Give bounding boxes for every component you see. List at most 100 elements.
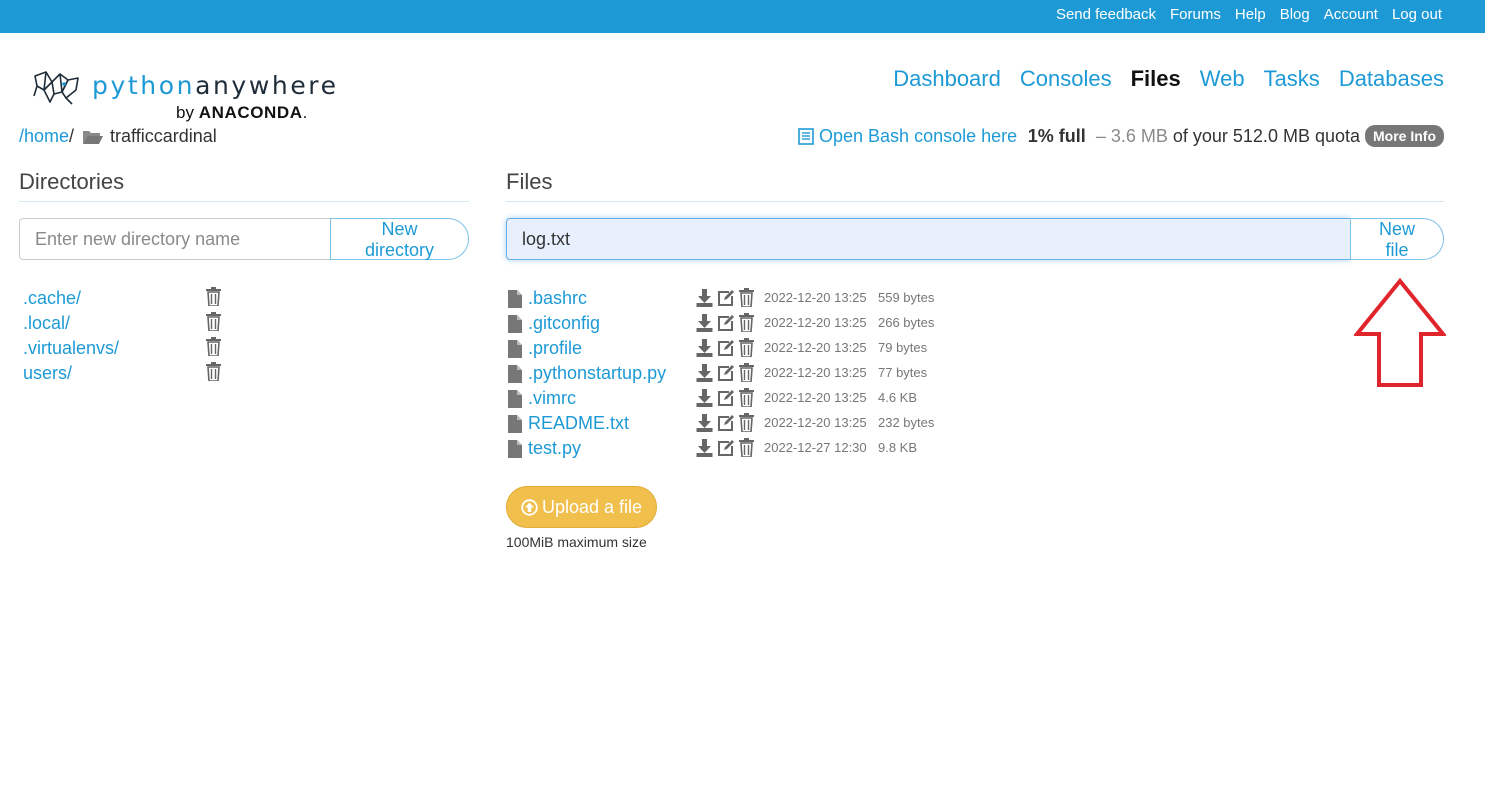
edit-icon[interactable] bbox=[717, 363, 734, 382]
trash-icon[interactable] bbox=[738, 363, 755, 382]
list-item: .cache/ bbox=[23, 286, 233, 311]
download-icon[interactable] bbox=[696, 313, 713, 332]
directory-link[interactable]: .virtualenvs/ bbox=[23, 338, 119, 359]
nav-files[interactable]: Files bbox=[1131, 66, 1181, 92]
trash-icon[interactable] bbox=[738, 438, 755, 457]
quota-percent: 1% full bbox=[1027, 125, 1086, 146]
list-item: .virtualenvs/ bbox=[23, 336, 233, 361]
breadcrumb-home[interactable]: /home bbox=[19, 126, 69, 147]
blog-link[interactable]: Blog bbox=[1280, 6, 1310, 23]
logo[interactable]: pythonanywhere by ANACONDA. bbox=[30, 66, 336, 126]
quota-dash: – bbox=[1095, 125, 1106, 146]
new-directory-input[interactable] bbox=[19, 218, 330, 260]
file-modified-date: 2022-12-27 12:30 bbox=[764, 440, 867, 455]
new-file-form: New file bbox=[506, 218, 1444, 260]
file-link[interactable]: README.txt bbox=[528, 413, 629, 434]
upload-file-button[interactable]: Upload a file bbox=[506, 486, 657, 528]
file-size: 4.6 KB bbox=[878, 390, 918, 405]
file-icon bbox=[508, 389, 522, 408]
open-bash-console-link[interactable]: Open Bash console here bbox=[798, 126, 1017, 147]
account-link[interactable]: Account bbox=[1324, 6, 1378, 23]
more-info-button[interactable]: More Info bbox=[1365, 125, 1444, 147]
edit-icon[interactable] bbox=[717, 288, 734, 307]
download-icon[interactable] bbox=[696, 413, 713, 432]
directories-heading: Directories bbox=[19, 169, 469, 202]
file-link[interactable]: test.py bbox=[528, 438, 581, 459]
breadcrumb: /home / trafficcardinal bbox=[19, 126, 217, 147]
trash-icon[interactable] bbox=[205, 312, 222, 331]
list-item: .pythonstartup.py 2022-12-20 13:25 77 byte… bbox=[506, 361, 946, 386]
file-link[interactable]: .profile bbox=[528, 338, 582, 359]
file-link[interactable]: .vimrc bbox=[528, 388, 576, 409]
logo-by-text: by bbox=[176, 103, 194, 122]
trash-icon[interactable] bbox=[738, 413, 755, 432]
quota-used-wrap: – 3.6 MB bbox=[1091, 126, 1168, 147]
download-icon[interactable] bbox=[696, 363, 713, 382]
file-icon bbox=[508, 339, 522, 358]
files-heading: Files bbox=[506, 169, 1444, 202]
list-item: .local/ bbox=[23, 311, 233, 336]
file-size: 79 bytes bbox=[878, 340, 928, 355]
upload-max-size-note: 100MiB maximum size bbox=[506, 534, 647, 550]
nav-databases[interactable]: Databases bbox=[1339, 66, 1444, 92]
quota-used: 3.6 MB bbox=[1110, 125, 1168, 146]
download-icon[interactable] bbox=[696, 438, 713, 457]
main-nav: Dashboard Consoles Files Web Tasks Datab… bbox=[874, 66, 1444, 92]
folder-open-icon bbox=[83, 130, 104, 144]
edit-icon[interactable] bbox=[717, 438, 734, 457]
nav-dashboard[interactable]: Dashboard bbox=[893, 66, 1001, 92]
new-file-input[interactable] bbox=[506, 218, 1350, 260]
file-icon bbox=[508, 364, 522, 383]
list-item: .gitconfig 2022-12-20 13:25 266 bytes bbox=[506, 311, 946, 336]
download-icon[interactable] bbox=[696, 288, 713, 307]
logo-word-python: python bbox=[92, 71, 196, 100]
file-icon bbox=[508, 289, 522, 308]
file-link[interactable]: .pythonstartup.py bbox=[528, 363, 666, 384]
breadcrumb-separator: / bbox=[69, 126, 75, 146]
file-link[interactable]: .gitconfig bbox=[528, 313, 600, 334]
file-size: 9.8 KB bbox=[878, 440, 918, 455]
list-item: test.py 2022-12-27 12:30 9.8 KB bbox=[506, 436, 946, 461]
file-size: 77 bytes bbox=[878, 365, 928, 380]
trash-icon[interactable] bbox=[205, 337, 222, 356]
new-file-button[interactable]: New file bbox=[1350, 218, 1444, 260]
forums-link[interactable]: Forums bbox=[1170, 6, 1221, 23]
nav-tasks[interactable]: Tasks bbox=[1264, 66, 1320, 92]
upload-circle-icon bbox=[521, 498, 538, 516]
edit-icon[interactable] bbox=[717, 313, 734, 332]
file-link[interactable]: .bashrc bbox=[528, 288, 587, 309]
file-modified-date: 2022-12-20 13:25 bbox=[764, 415, 867, 430]
download-icon[interactable] bbox=[696, 338, 713, 357]
logout-link[interactable]: Log out bbox=[1392, 6, 1442, 23]
edit-icon[interactable] bbox=[717, 388, 734, 407]
file-modified-date: 2022-12-20 13:25 bbox=[764, 340, 867, 355]
trash-icon[interactable] bbox=[738, 338, 755, 357]
quota-total-text: of your 512.0 MB quota bbox=[1172, 125, 1360, 146]
file-actions bbox=[696, 388, 755, 407]
download-icon[interactable] bbox=[696, 388, 713, 407]
file-icon bbox=[508, 439, 522, 458]
file-modified-date: 2022-12-20 13:25 bbox=[764, 390, 867, 405]
arrow-up-annotation-icon bbox=[1354, 278, 1446, 387]
edit-icon[interactable] bbox=[717, 413, 734, 432]
directory-link[interactable]: .local/ bbox=[23, 313, 70, 334]
nav-web[interactable]: Web bbox=[1200, 66, 1245, 92]
file-actions bbox=[696, 363, 755, 382]
directory-link[interactable]: .cache/ bbox=[23, 288, 81, 309]
file-modified-date: 2022-12-20 13:25 bbox=[764, 290, 867, 305]
directory-list: .cache/ .local/ .virtualenvs/ users/ bbox=[23, 286, 233, 386]
directory-link[interactable]: users/ bbox=[23, 363, 72, 384]
send-feedback-link[interactable]: Send feedback bbox=[1056, 6, 1156, 23]
trash-icon[interactable] bbox=[738, 388, 755, 407]
open-bash-console-label: Open Bash console here bbox=[819, 126, 1018, 146]
new-directory-button[interactable]: New directory bbox=[330, 218, 469, 260]
breadcrumb-current: trafficcardinal bbox=[110, 126, 217, 146]
new-directory-form: New directory bbox=[19, 218, 469, 260]
trash-icon[interactable] bbox=[738, 313, 755, 332]
edit-icon[interactable] bbox=[717, 338, 734, 357]
nav-consoles[interactable]: Consoles bbox=[1020, 66, 1112, 92]
help-link[interactable]: Help bbox=[1235, 6, 1266, 23]
trash-icon[interactable] bbox=[205, 362, 222, 381]
trash-icon[interactable] bbox=[205, 287, 222, 306]
trash-icon[interactable] bbox=[738, 288, 755, 307]
